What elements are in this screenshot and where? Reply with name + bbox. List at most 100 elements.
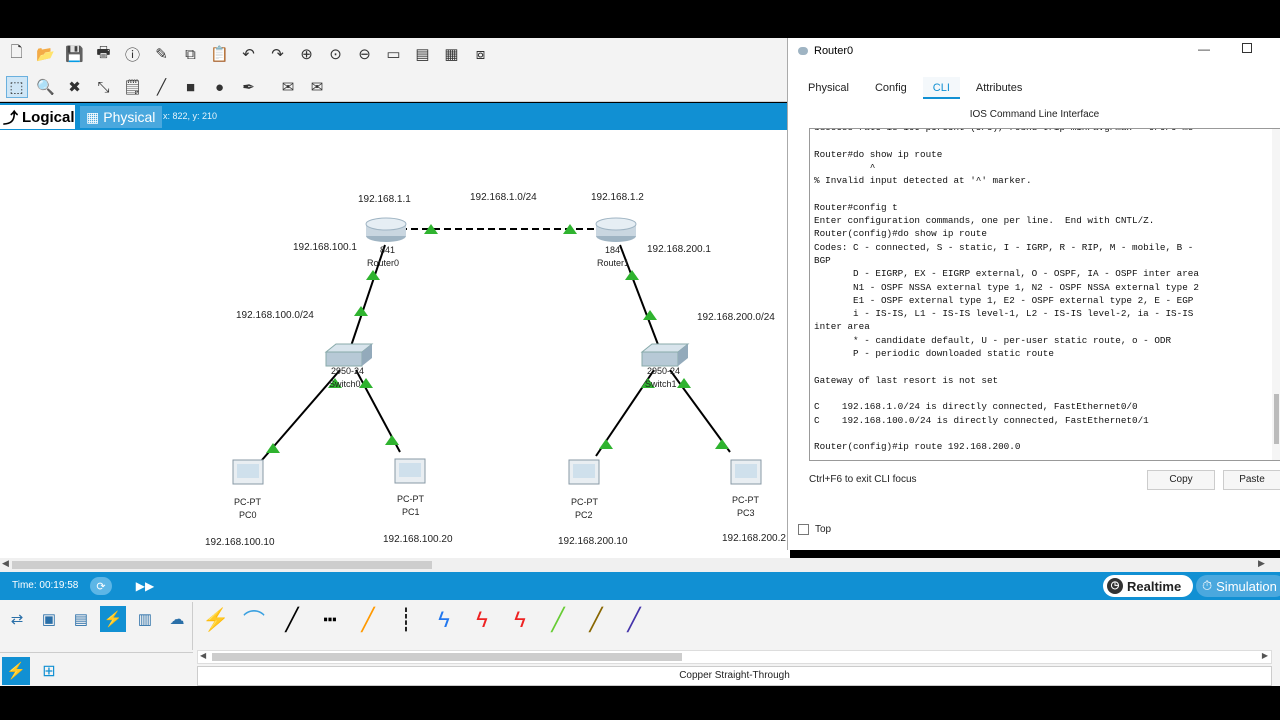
components-icon[interactable]: ▤ (68, 606, 94, 632)
cli-terminal[interactable]: Success rate is 100 percent (5/5), round… (809, 128, 1280, 461)
scrollbar-thumb[interactable] (12, 561, 432, 569)
undo-icon[interactable]: ↶ (238, 43, 260, 65)
crossover-icon[interactable]: ┅ (311, 602, 349, 638)
scroll-left-icon[interactable]: ◀ (200, 651, 206, 660)
cli-line: inter area (814, 321, 870, 333)
simulation-mode-button[interactable]: ⏱ Simulation (1196, 575, 1280, 597)
serial-dte-icon[interactable]: ϟ (501, 602, 539, 638)
fiber-icon[interactable]: ╱ (349, 602, 387, 638)
misc-icon[interactable]: ▥ (132, 606, 158, 632)
delete-icon[interactable]: ✖ (64, 76, 86, 98)
rectangle-icon[interactable]: ■ (180, 76, 202, 98)
maximize-icon[interactable] (1242, 43, 1252, 53)
zoom-in-icon[interactable]: ⊕ (296, 43, 318, 65)
grid-icon[interactable]: ⊞ (38, 657, 60, 685)
automatic-icon[interactable]: ⚡ (197, 602, 235, 638)
workspace-horizontal-scrollbar[interactable]: ◀ ▶ (0, 558, 1280, 572)
view-icon[interactable]: ▦ (441, 43, 463, 65)
pc3-icon[interactable] (730, 459, 762, 485)
open-folder-icon[interactable]: 📂 (35, 43, 57, 65)
physical-icon: ▦ (86, 108, 100, 125)
link-switch1-pc3[interactable] (669, 369, 731, 453)
phone-icon[interactable]: ┊ (387, 602, 425, 638)
top-checkbox[interactable]: Top (798, 524, 831, 535)
freeform-icon[interactable]: ✒ (238, 76, 260, 98)
scroll-right-icon[interactable]: ▶ (1258, 558, 1265, 569)
screenshot-icon[interactable]: ⧇ (470, 43, 492, 65)
tab-physical-router[interactable]: Physical (798, 77, 859, 99)
copy-icon[interactable]: ⧉ (180, 43, 202, 65)
custom-device-icon[interactable]: ▤ (412, 43, 434, 65)
serial-dce-icon[interactable]: ϟ (463, 602, 501, 638)
multiuser-icon[interactable]: ☁ (164, 606, 190, 632)
paste-icon[interactable]: 📋 (209, 43, 231, 65)
pc2-icon[interactable] (568, 459, 600, 485)
new-file-icon[interactable]: 🗋 (6, 43, 28, 65)
connections-icon[interactable]: ⚡ (2, 657, 30, 685)
pc0-model-label: PC-PT (234, 497, 261, 507)
ellipse-icon[interactable]: ● (209, 76, 231, 98)
connections-icon[interactable]: ⚡ (100, 606, 126, 632)
tab-cli[interactable]: CLI (922, 77, 960, 99)
straight-through-icon[interactable]: ╱ (273, 602, 311, 638)
usb-icon[interactable]: ╱ (615, 602, 653, 638)
router1-name-label: Router1 (597, 258, 630, 268)
window-titlebar: Router0 — (788, 38, 1280, 64)
scroll-left-icon[interactable]: ◀ (2, 558, 9, 569)
switch1-name-label: Switch1 (645, 379, 677, 389)
realtime-mode-button[interactable]: ◷ Realtime (1103, 575, 1193, 597)
pc0-name-label: PC0 (239, 510, 257, 520)
tab-logical[interactable]: ⤴ Logical (0, 105, 75, 129)
cli-line: BGP (814, 254, 831, 266)
print-icon[interactable]: 🖶 (93, 43, 115, 65)
scrollbar-thumb[interactable] (212, 653, 682, 661)
device-panel: ⇄ ▣ ▤ ⚡ ▥ ☁ ⚡ ⊞ ⚡ ⌒ ╱ ┅ ╱ ┊ ϟ ϟ ϟ ╱ ╱ ╱ ◀ ▶ Copper Strai… (0, 600, 1280, 686)
logical-workspace[interactable]: 192.168.1.1 192.168.1.0/24 192.168.1.2 1… (0, 130, 790, 558)
line-icon[interactable]: ╱ (151, 76, 173, 98)
tab-attributes[interactable]: Attributes (966, 77, 1032, 99)
info-icon[interactable]: ⓘ (122, 43, 144, 65)
minimize-icon[interactable]: — (1198, 42, 1210, 56)
cli-line (814, 360, 1276, 373)
connection-scrollbar[interactable]: ◀ ▶ (197, 650, 1272, 664)
pc2-name-label: PC2 (575, 510, 593, 520)
pc0-icon[interactable] (232, 459, 264, 485)
end-devices-icon[interactable]: ▣ (36, 606, 62, 632)
zoom-reset-icon[interactable]: ⊙ (325, 43, 347, 65)
tab-physical[interactable]: ▦ Physical (80, 106, 162, 128)
activity-wizard-icon[interactable]: ✎ (151, 43, 173, 65)
iot-custom-icon[interactable]: ╱ (577, 602, 615, 638)
pc1-icon[interactable] (394, 458, 426, 484)
router1-icon[interactable] (595, 217, 637, 242)
paste-button[interactable]: Paste (1223, 470, 1280, 490)
save-icon[interactable]: 💾 (64, 43, 86, 65)
cli-line: Router(config)#ip route 192.168.200.0 (814, 441, 1021, 453)
zoom-out-icon[interactable]: ⊖ (354, 43, 376, 65)
tab-config[interactable]: Config (865, 77, 917, 99)
resize-icon[interactable]: ⤡ (93, 76, 115, 98)
note-icon[interactable]: 🗒 (122, 76, 144, 98)
inspect-icon[interactable]: 🔍 (35, 76, 57, 98)
console-icon[interactable]: ⌒ (235, 602, 273, 638)
simple-pdu-icon[interactable]: ✉ (277, 76, 299, 98)
checkbox-icon[interactable] (798, 524, 809, 535)
switch1-icon[interactable] (640, 343, 690, 367)
scroll-right-icon[interactable]: ▶ (1262, 651, 1268, 660)
scrollbar-thumb[interactable] (1274, 394, 1279, 444)
coaxial-icon[interactable]: ϟ (425, 602, 463, 638)
router0-lan-ip-label: 192.168.100.1 (293, 242, 357, 253)
cli-scrollbar[interactable] (1272, 129, 1280, 460)
switch0-icon[interactable] (324, 343, 374, 367)
network-devices-icon[interactable]: ⇄ (4, 606, 30, 632)
cli-heading: IOS Command Line Interface (969, 109, 1100, 120)
select-icon[interactable]: ⬚ (5, 76, 28, 98)
fast-forward-icon[interactable]: ▶▶ (132, 577, 158, 595)
power-cycle-icon[interactable]: ⟳ (90, 577, 112, 595)
redo-icon[interactable]: ↷ (267, 43, 289, 65)
router0-icon[interactable] (365, 217, 407, 242)
drawing-palette-icon[interactable]: ▭ (383, 43, 405, 65)
complex-pdu-icon[interactable]: ✉ (306, 76, 328, 98)
router1-model-label: 184 (605, 245, 621, 255)
octal-icon[interactable]: ╱ (539, 602, 577, 638)
copy-button[interactable]: Copy (1147, 470, 1215, 490)
